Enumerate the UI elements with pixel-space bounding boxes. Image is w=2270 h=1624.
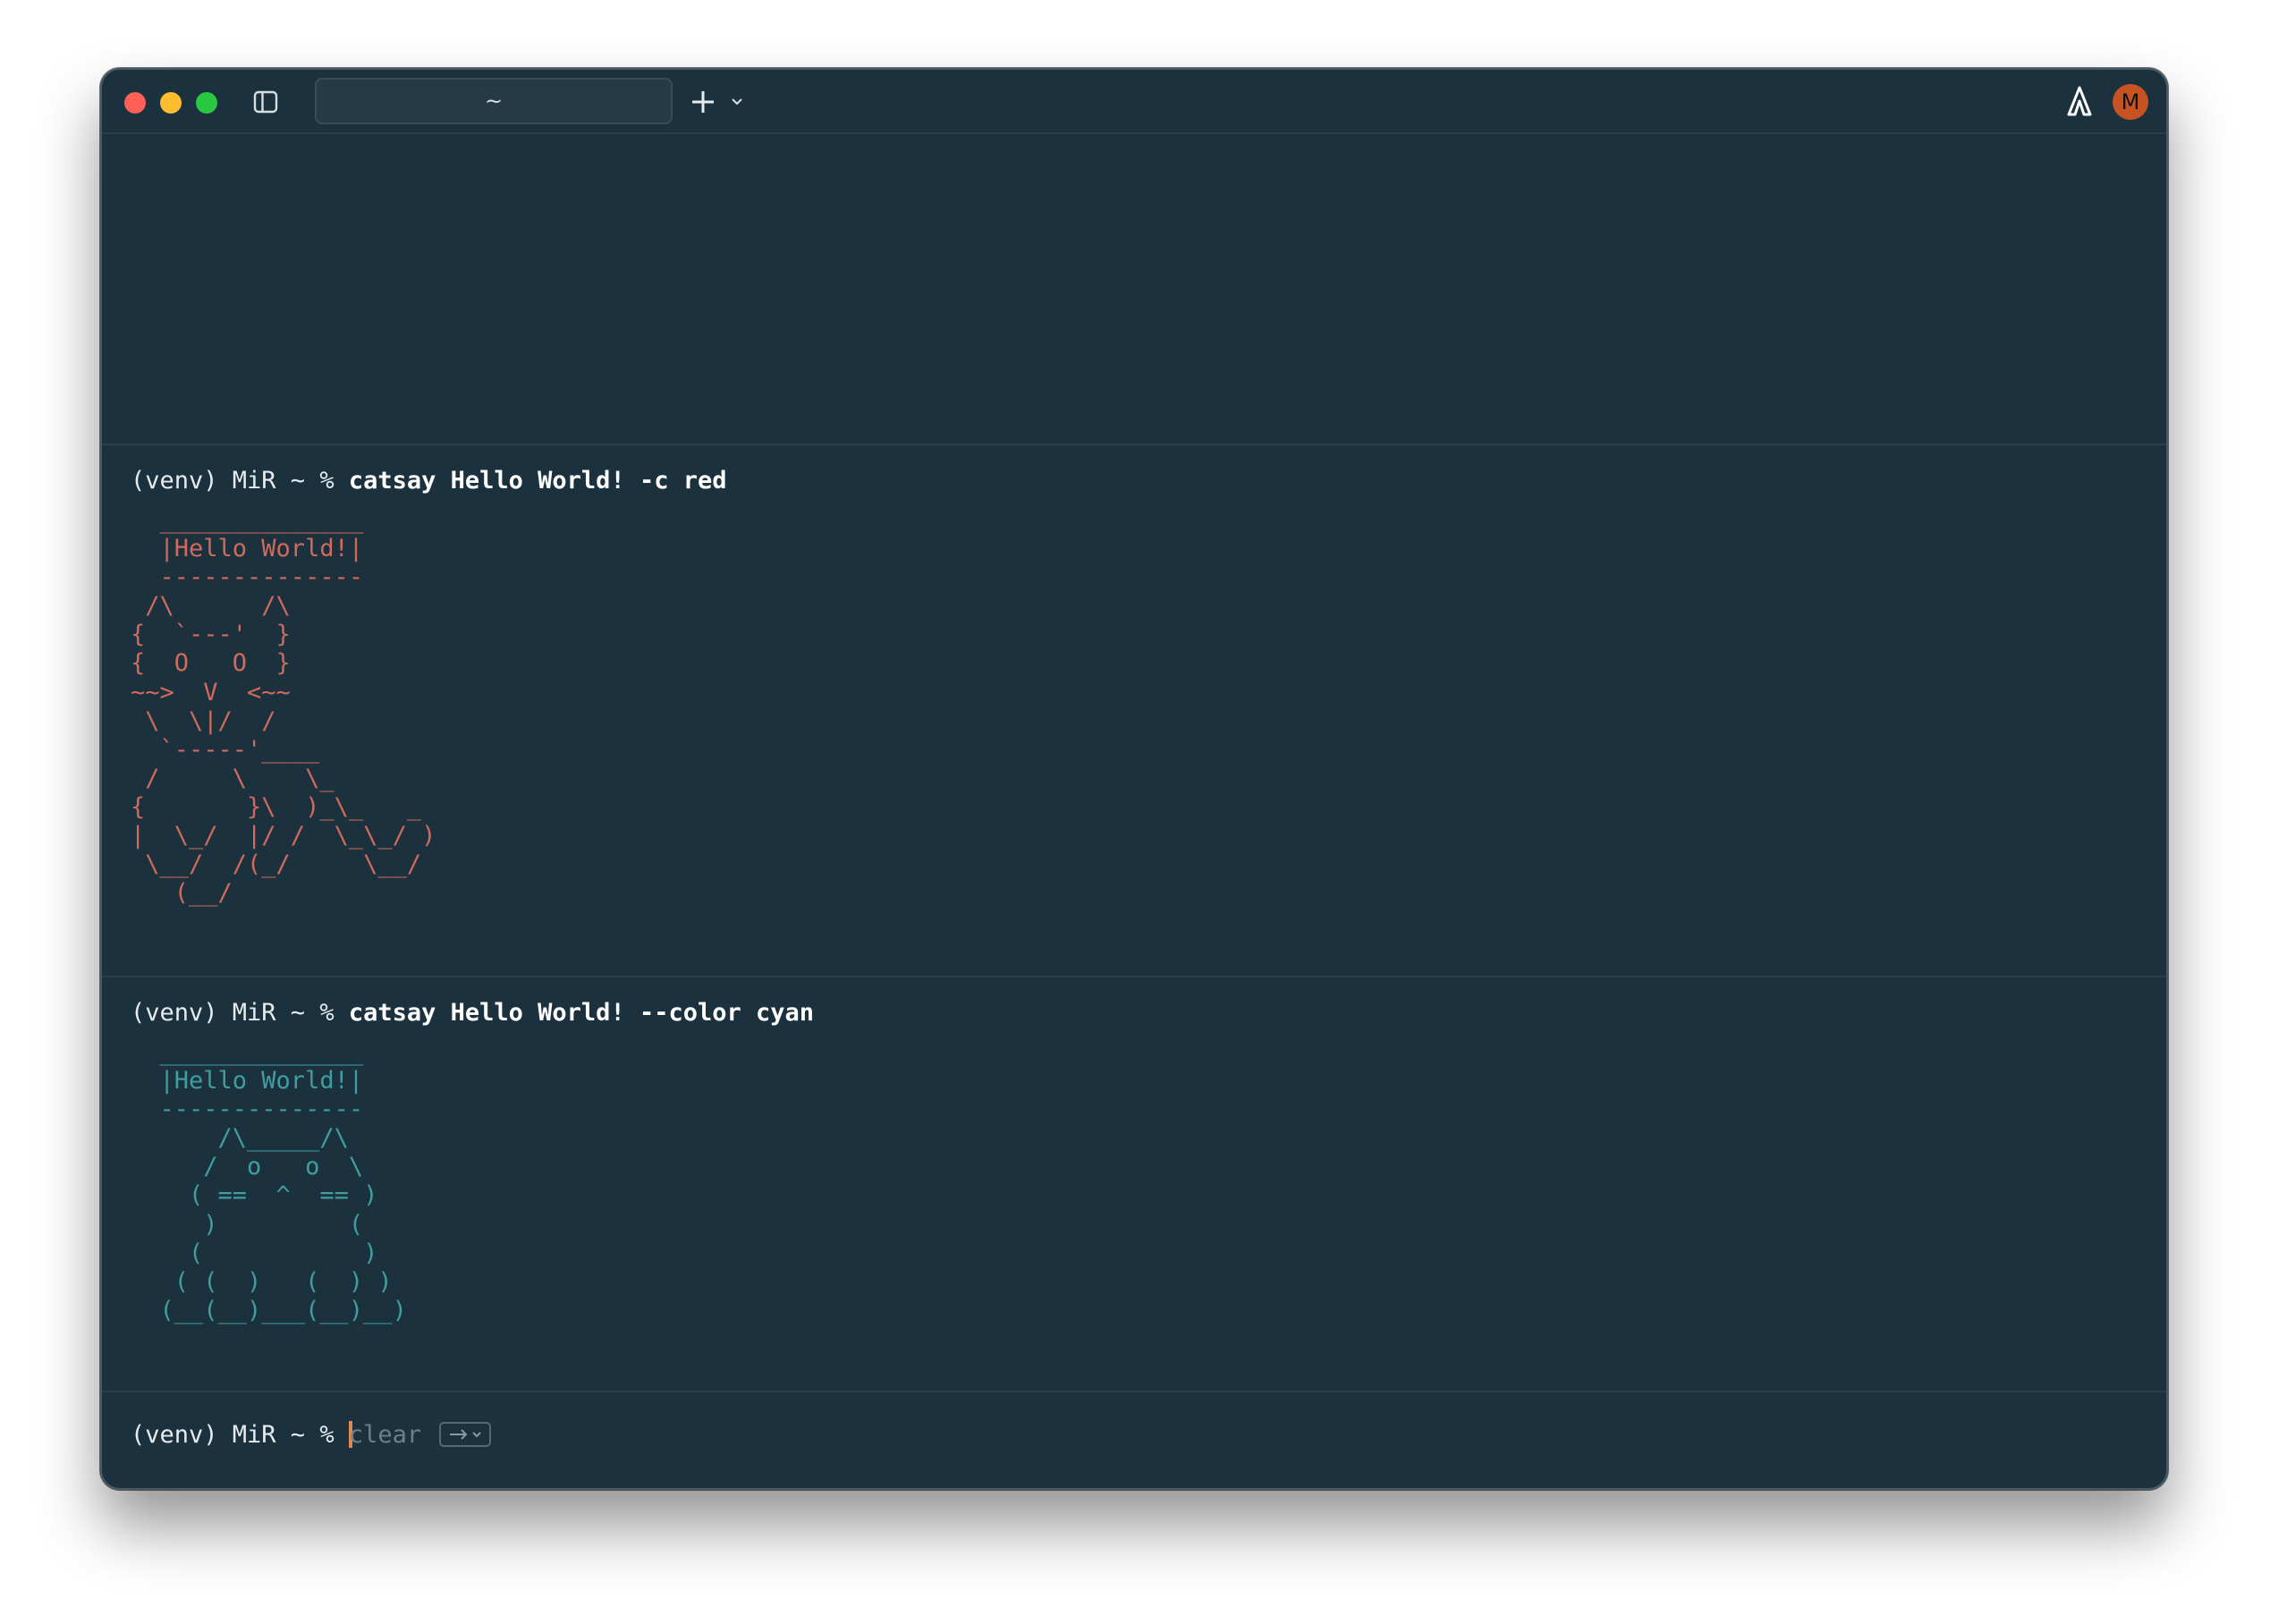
command-text: catsay Hello World! --color cyan: [348, 999, 815, 1027]
catsay-output-red: ______________ |Hello World!| ----------…: [131, 506, 436, 908]
command-block-cyan[interactable]: (venv) MiR ~ % catsay Hello World! --col…: [102, 976, 2166, 1392]
command-line: (venv) MiR ~ % catsay Hello World! -c re…: [131, 467, 726, 495]
close-button[interactable]: [124, 92, 146, 114]
plus-icon[interactable]: [689, 88, 717, 116]
avatar[interactable]: M: [2113, 84, 2148, 120]
accept-suggestion-hint[interactable]: [439, 1422, 492, 1447]
prompt-text: (venv) MiR ~ %: [131, 1421, 349, 1449]
terminal-window: ~ M (venv) MiR ~ % catsay Hello World! -…: [100, 68, 2168, 1490]
catsay-output-cyan: ______________ |Hello World!| ----------…: [159, 1038, 407, 1324]
prompt-text: (venv) MiR ~ %: [131, 467, 349, 495]
input-line[interactable]: (venv) MiR ~ % clear: [131, 1421, 492, 1450]
command-line: (venv) MiR ~ % catsay Hello World! --col…: [131, 999, 814, 1028]
prompt-text: (venv) MiR ~ %: [131, 999, 349, 1027]
avatar-initial: M: [2121, 89, 2140, 114]
arrow-right-icon: [450, 1429, 481, 1440]
title-bar: ~ M: [102, 70, 2166, 134]
tab-home[interactable]: ~: [315, 78, 673, 124]
chevron-down-icon[interactable]: [728, 93, 746, 111]
input-area[interactable]: (venv) MiR ~ % clear: [102, 1391, 2166, 1488]
command-text: catsay Hello World! -c red: [348, 467, 727, 495]
tab-title: ~: [484, 89, 504, 114]
warp-logo-icon[interactable]: [2066, 86, 2093, 116]
sidebar-icon[interactable]: [252, 89, 279, 115]
minimize-button[interactable]: [160, 92, 182, 114]
zoom-button[interactable]: [196, 92, 217, 114]
command-block-red[interactable]: (venv) MiR ~ % catsay Hello World! -c re…: [102, 444, 2166, 977]
autosuggestion-text: clear: [348, 1421, 422, 1449]
